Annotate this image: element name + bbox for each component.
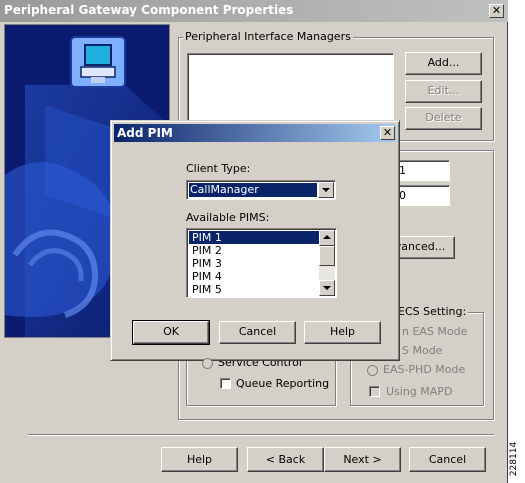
scroll-down-button[interactable]: [319, 280, 335, 296]
add-pim-title-bar: Add PIM ✕: [114, 124, 396, 142]
ecs-setting-label: ECS Setting:: [396, 305, 469, 318]
main-title-bar: Peripheral Gateway Component Properties …: [0, 0, 508, 22]
add-pim-dialog: Add PIM ✕ Client Type: CallManager Avail…: [110, 120, 400, 361]
queue-reporting-label: Queue Reporting: [236, 377, 330, 390]
main-close-button[interactable]: ✕: [489, 4, 504, 18]
add-pim-cancel-button[interactable]: Cancel: [219, 321, 296, 344]
using-mapd-checkbox[interactable]: [369, 386, 380, 397]
close-icon: ✕: [382, 126, 393, 139]
pim-list[interactable]: [187, 53, 394, 123]
cancel-button[interactable]: Cancel: [409, 447, 486, 472]
pims-scrollbar[interactable]: [319, 230, 335, 296]
back-button[interactable]: < Back: [247, 447, 324, 472]
chevron-down-icon: [322, 188, 330, 192]
figure-id: 228114: [509, 441, 520, 477]
available-pims-label: Available PIMS:: [186, 211, 270, 224]
scroll-thumb[interactable]: [319, 246, 335, 266]
eas-mode-label: n EAS Mode: [402, 325, 468, 338]
pim-list-item[interactable]: PIM 4: [189, 270, 319, 283]
pim-list-item[interactable]: PIM 1: [189, 231, 319, 244]
main-window-title: Peripheral Gateway Component Properties: [4, 3, 294, 17]
close-icon: ✕: [491, 4, 502, 17]
s-mode-label: S Mode: [402, 344, 443, 357]
add-pim-ok-button[interactable]: OK: [132, 320, 210, 345]
available-pims-list[interactable]: PIM 1 PIM 2 PIM 3 PIM 4 PIM 5: [186, 228, 337, 298]
next-button[interactable]: Next >: [324, 447, 401, 472]
add-pim-title: Add PIM: [117, 126, 173, 140]
using-mapd-label: Using MAPD: [386, 385, 453, 398]
delete-pim-button[interactable]: Delete: [405, 107, 482, 130]
pim-list-item[interactable]: PIM 3: [189, 257, 319, 270]
pims-list-items: PIM 1 PIM 2 PIM 3 PIM 4 PIM 5: [189, 231, 319, 296]
pim-list-item[interactable]: PIM 2: [189, 244, 319, 257]
eas-phd-mode-label: EAS-PHD Mode: [383, 363, 466, 376]
scroll-up-button[interactable]: [319, 230, 335, 246]
pim-list-item[interactable]: PIM 5: [189, 283, 319, 296]
add-pim-help-button[interactable]: Help: [304, 321, 381, 344]
client-type-dropdown-button[interactable]: [318, 182, 334, 198]
footer-separator: [28, 434, 494, 436]
add-pim-button[interactable]: Add...: [405, 52, 482, 75]
add-pim-close-button[interactable]: ✕: [380, 126, 395, 140]
client-type-select[interactable]: CallManager: [186, 180, 336, 200]
client-type-label: Client Type:: [186, 162, 251, 175]
service-control-radio[interactable]: [202, 358, 213, 369]
computer-icon: [70, 36, 126, 88]
chevron-up-icon: [323, 235, 331, 239]
pim-group-label: Peripheral Interface Managers: [183, 30, 353, 43]
edit-pim-button[interactable]: Edit...: [405, 80, 482, 103]
eas-phd-mode-radio[interactable]: [367, 365, 378, 376]
client-type-value: CallManager: [189, 183, 317, 197]
help-button[interactable]: Help: [161, 447, 238, 472]
queue-reporting-checkbox[interactable]: [220, 378, 231, 389]
chevron-down-icon: [323, 286, 331, 290]
